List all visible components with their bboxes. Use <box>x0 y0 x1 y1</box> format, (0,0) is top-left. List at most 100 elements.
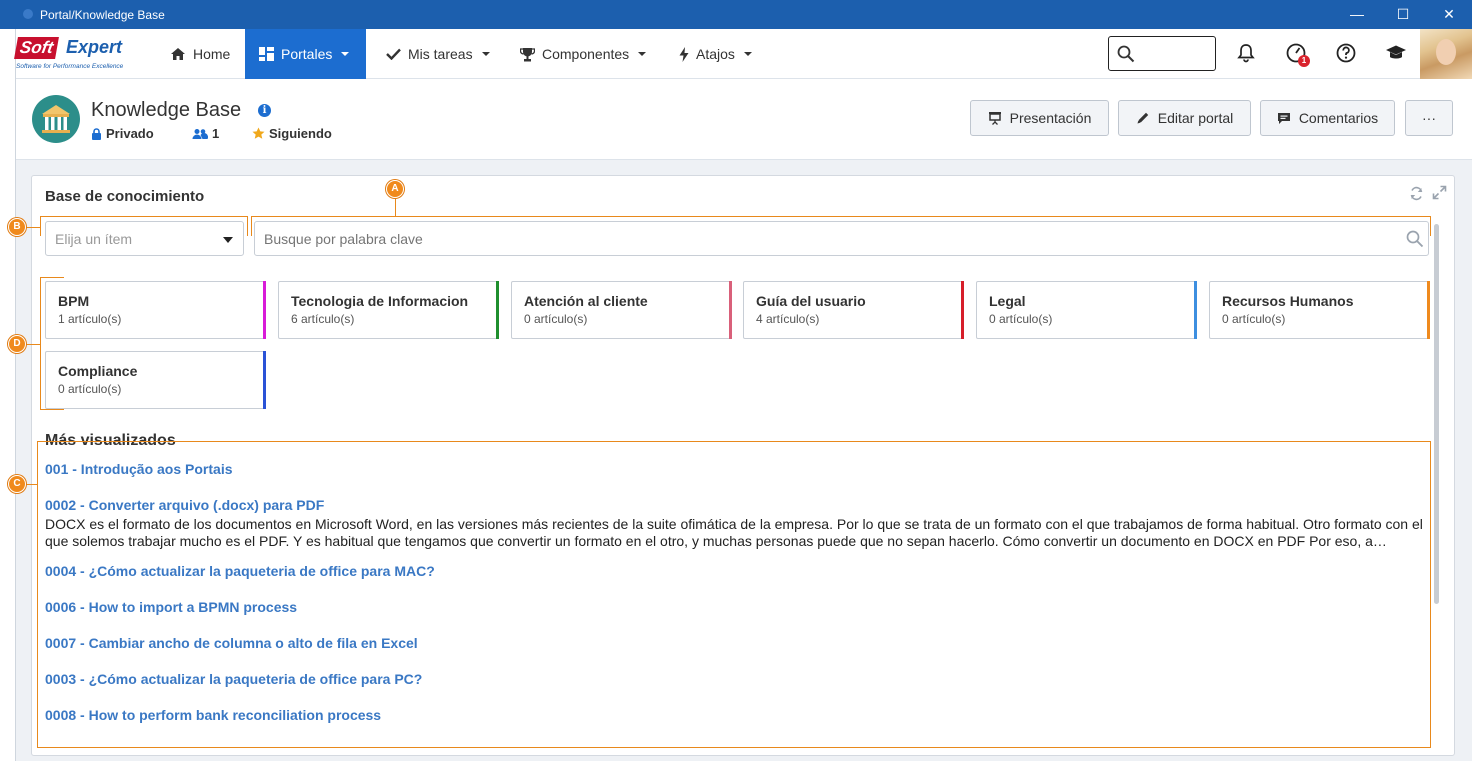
members-count[interactable]: 1 <box>192 126 219 141</box>
logo-tagline: Software for Performance Excellence <box>16 63 124 70</box>
annotation-callout-a: A <box>386 180 404 198</box>
nav-componentes-label: Componentes <box>542 46 630 62</box>
app-icon <box>23 9 33 19</box>
category-card-compliance[interactable]: Compliance 0 artículo(s) <box>45 351 266 409</box>
category-count: 0 artículo(s) <box>989 312 1053 326</box>
follow-status[interactable]: Siguiendo <box>252 126 332 141</box>
category-name: Atención al cliente <box>524 293 648 309</box>
minimize-button[interactable]: — <box>1334 0 1380 29</box>
comment-icon <box>1277 112 1290 124</box>
presentation-button[interactable]: Presentación <box>970 100 1109 136</box>
category-card-bpm[interactable]: BPM 1 artículo(s) <box>45 281 266 339</box>
softexpert-logo[interactable]: Soft Expert Software for Performance Exc… <box>14 35 148 75</box>
category-count: 4 artículo(s) <box>756 312 820 326</box>
category-color-bar <box>496 281 499 339</box>
portal-title: Knowledge Base <box>91 99 242 121</box>
follow-label: Siguiendo <box>269 126 332 141</box>
maximize-button[interactable]: ☐ <box>1380 0 1426 29</box>
comments-button[interactable]: Comentarios <box>1260 100 1395 136</box>
expand-icon[interactable] <box>1432 185 1447 200</box>
chevron-down-icon <box>481 52 490 56</box>
category-color-bar <box>263 281 266 339</box>
edit-portal-label: Editar portal <box>1157 110 1234 126</box>
window-frame <box>0 29 16 761</box>
category-count: 0 artículo(s) <box>58 382 122 396</box>
annotation-leader-b <box>26 227 40 228</box>
info-icon[interactable]: i <box>258 104 271 117</box>
category-count: 0 artículo(s) <box>524 312 588 326</box>
annotation-leader-c <box>26 484 37 485</box>
help-icon[interactable] <box>1335 42 1357 64</box>
annotation-box-c <box>37 441 1431 748</box>
chevron-down-icon <box>743 52 752 56</box>
category-card-atencion[interactable]: Atención al cliente 0 artículo(s) <box>511 281 732 339</box>
category-name: Recursos Humanos <box>1222 293 1354 309</box>
category-count: 0 artículo(s) <box>1222 312 1286 326</box>
category-color-bar <box>263 351 266 409</box>
presentation-label: Presentación <box>1009 110 1092 126</box>
privacy-label: Privado <box>106 126 154 141</box>
refresh-icon[interactable] <box>1409 186 1424 201</box>
category-card-guia[interactable]: Guía del usuario 4 artículo(s) <box>743 281 964 339</box>
members-value: 1 <box>212 126 220 141</box>
category-card-tecnologia[interactable]: Tecnologia de Informacion 6 artículo(s) <box>278 281 499 339</box>
annotation-bracket-b <box>40 216 248 236</box>
users-icon <box>192 128 208 139</box>
category-card-rrhh[interactable]: Recursos Humanos 0 artículo(s) <box>1209 281 1430 339</box>
presentation-icon <box>988 112 1001 125</box>
logo-expert: Expert <box>66 37 123 57</box>
dashboard-icon <box>259 47 274 61</box>
privacy-status: Privado <box>91 126 154 141</box>
nav-atajos-label: Atajos <box>696 46 735 62</box>
chevron-down-icon <box>638 52 647 56</box>
annotation-bracket-d <box>40 277 64 410</box>
category-count: 1 artículo(s) <box>58 312 122 326</box>
category-card-legal[interactable]: Legal 0 artículo(s) <box>976 281 1197 339</box>
more-options-button[interactable]: ··· <box>1405 100 1453 136</box>
bell-icon[interactable] <box>1235 42 1257 64</box>
annotation-leader-d <box>26 344 40 345</box>
annotation-leader-a <box>395 197 396 216</box>
star-icon <box>252 127 265 139</box>
graduation-cap-icon[interactable] <box>1385 42 1407 64</box>
pencil-icon <box>1137 112 1148 124</box>
global-search-input[interactable] <box>1108 36 1216 71</box>
user-avatar[interactable] <box>1420 29 1472 79</box>
scrollbar[interactable] <box>1434 224 1439 604</box>
bolt-icon <box>679 46 689 62</box>
home-icon <box>171 48 185 60</box>
nav-home-label: Home <box>193 46 231 62</box>
category-count: 6 artículo(s) <box>291 312 355 326</box>
portal-logo <box>32 95 80 143</box>
more-options-label: ··· <box>1422 110 1436 126</box>
check-icon <box>386 48 401 60</box>
category-color-bar <box>1194 281 1197 339</box>
category-color-bar <box>1427 281 1430 339</box>
widget-title: Base de conocimiento <box>45 188 205 205</box>
category-name: Legal <box>989 293 1026 309</box>
nav-mis-tareas[interactable]: Mis tareas <box>372 29 504 79</box>
nav-portales-label: Portales <box>281 46 333 62</box>
category-color-bar <box>961 281 964 339</box>
nav-portales[interactable]: Portales <box>245 29 366 79</box>
caret-down-icon <box>223 237 233 243</box>
notification-badge: 1 <box>1298 55 1310 67</box>
category-name: Tecnologia de Informacion <box>291 293 469 309</box>
annotation-callout-c: C <box>8 475 26 493</box>
edit-portal-button[interactable]: Editar portal <box>1118 100 1251 136</box>
close-button[interactable]: ✕ <box>1426 0 1472 29</box>
avatar-face <box>1436 39 1456 65</box>
logo-soft: Soft <box>14 37 59 59</box>
category-name: Compliance <box>58 363 138 379</box>
trophy-icon <box>520 47 535 61</box>
annotation-callout-d: D <box>8 335 26 353</box>
nav-atajos[interactable]: Atajos <box>665 29 766 79</box>
nav-componentes[interactable]: Componentes <box>506 29 660 79</box>
nav-tareas-label: Mis tareas <box>408 46 473 62</box>
search-icon <box>1117 45 1135 63</box>
bank-building-icon <box>42 105 70 133</box>
nav-home[interactable]: Home <box>156 29 244 79</box>
window-title: Portal/Knowledge Base <box>40 8 165 22</box>
lock-icon <box>92 127 101 140</box>
category-name: Guía del usuario <box>756 293 866 309</box>
